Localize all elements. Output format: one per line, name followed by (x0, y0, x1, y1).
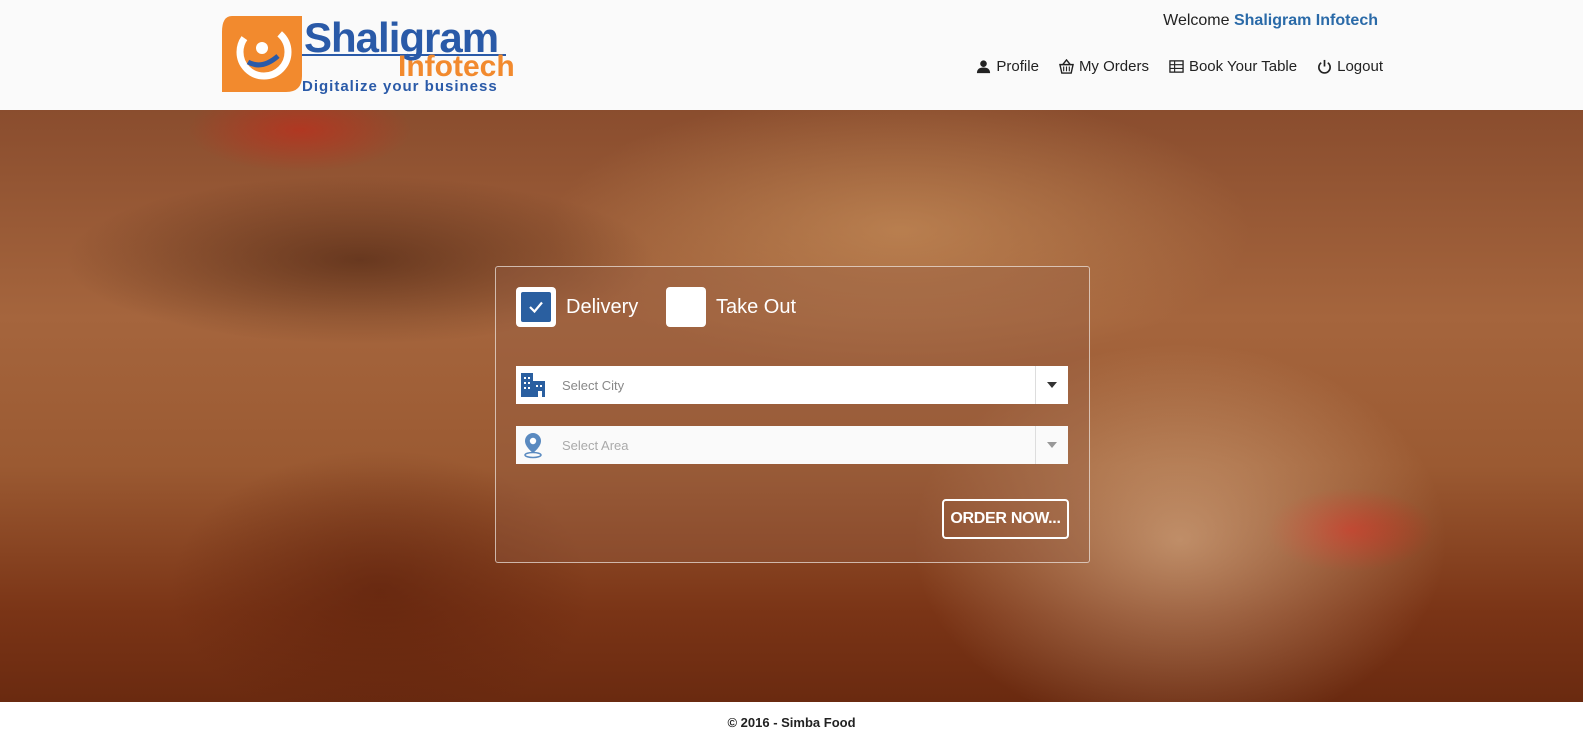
caret-down-icon (1047, 382, 1057, 388)
company-logo[interactable]: Shaligram Infotech Digitalize your busin… (222, 14, 522, 96)
nav-book-table-label: Book Your Table (1188, 58, 1298, 75)
city-dropdown-caret[interactable] (1035, 366, 1068, 404)
order-now-button[interactable]: ORDER NOW... (942, 499, 1069, 539)
welcome-message: Welcome Shaligram Infotech (1163, 12, 1378, 30)
location-pin-icon (516, 426, 550, 464)
nav-profile-label: Profile (996, 58, 1039, 75)
nav-profile[interactable]: Profile (976, 58, 1039, 75)
take-out-option[interactable]: Take Out (666, 287, 796, 327)
welcome-prefix: Welcome (1163, 12, 1230, 29)
logo-mark-icon (222, 16, 302, 92)
footer: © 2016 - Simba Food (0, 702, 1583, 732)
building-icon (516, 366, 550, 404)
top-nav: Profile My Orders Book Your Table Logout (976, 58, 1383, 75)
basket-icon (1058, 59, 1074, 74)
table-icon (1169, 60, 1184, 73)
checkmark-icon (529, 301, 543, 314)
take-out-checkbox[interactable] (666, 287, 706, 327)
nav-logout[interactable]: Logout (1317, 58, 1383, 75)
user-icon (977, 60, 991, 74)
order-form-panel: Delivery Take Out Select City Select Are… (495, 266, 1090, 563)
welcome-user-name: Shaligram Infotech (1233, 12, 1378, 29)
area-select-placeholder: Select Area (562, 437, 629, 453)
logo-tagline: Digitalize your business (302, 78, 498, 95)
take-out-label: Take Out (716, 295, 797, 318)
city-select-placeholder: Select City (562, 377, 625, 393)
nav-book-table[interactable]: Book Your Table (1169, 58, 1297, 75)
delivery-label: Delivery (566, 295, 639, 318)
area-dropdown-caret[interactable] (1035, 426, 1068, 464)
city-select[interactable]: Select City (516, 366, 1068, 404)
delivery-checkbox[interactable] (516, 287, 556, 327)
nav-logout-label: Logout (1337, 58, 1383, 75)
caret-down-icon (1047, 442, 1057, 448)
nav-my-orders[interactable]: My Orders (1058, 58, 1149, 75)
footer-copyright: © 2016 - Simba Food (727, 715, 856, 730)
top-header: Shaligram Infotech Digitalize your busin… (0, 0, 1583, 111)
nav-my-orders-label: My Orders (1078, 58, 1149, 75)
area-select[interactable]: Select Area (516, 426, 1068, 464)
power-icon (1318, 59, 1332, 74)
delivery-option[interactable]: Delivery (516, 287, 638, 327)
